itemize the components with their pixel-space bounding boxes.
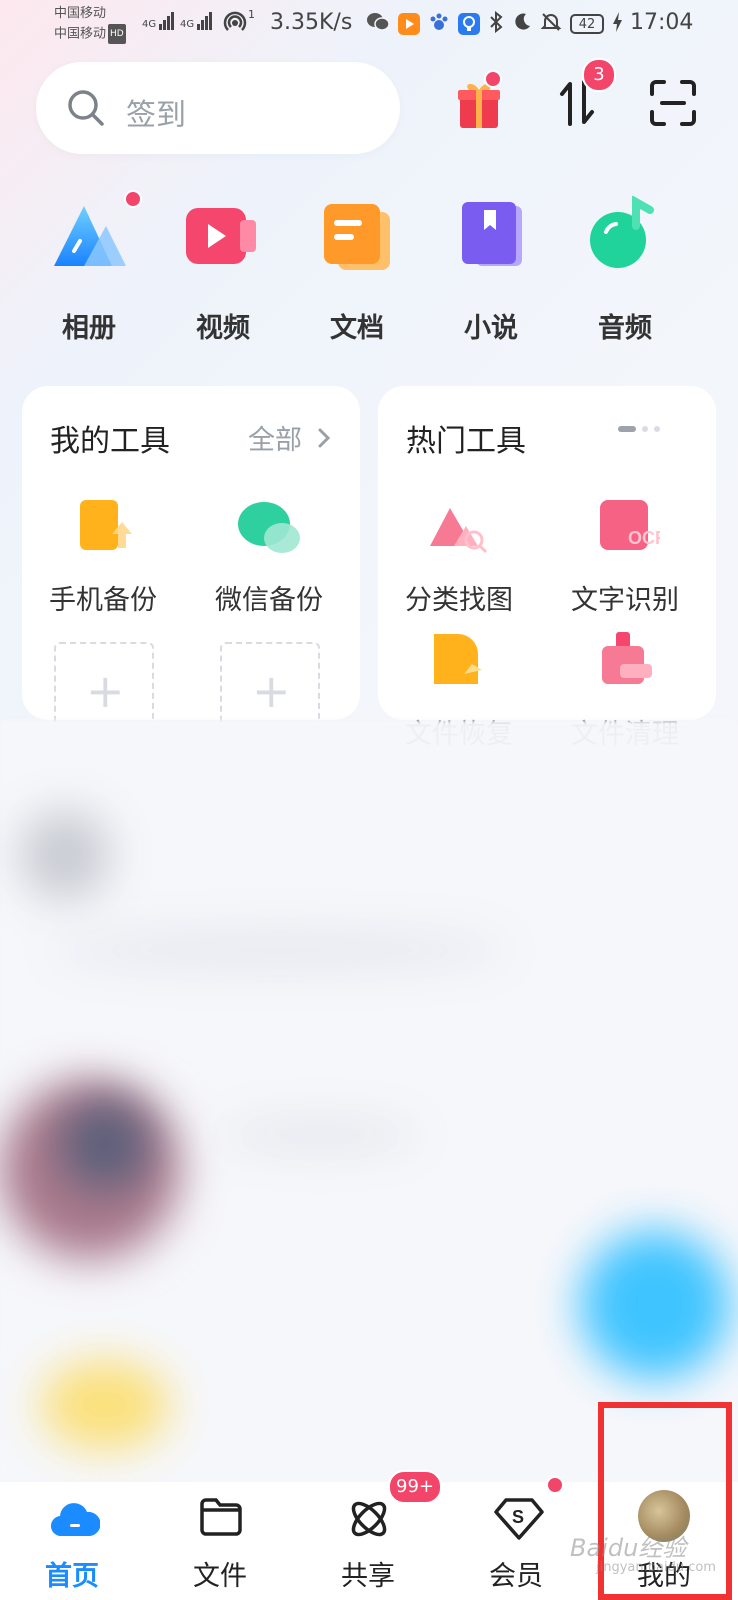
ocr-icon: OCR [590, 494, 668, 564]
status-icons: 42 [366, 10, 624, 38]
battery-level: 42 [578, 16, 596, 32]
nav-home[interactable]: 首页 [12, 1482, 132, 1600]
blur-blob [20, 810, 110, 900]
blur-blob [50, 930, 510, 970]
chevron-right-icon [318, 428, 330, 448]
scan-button[interactable] [650, 80, 696, 130]
category-label: 视频 [196, 313, 250, 344]
share-badge: 99+ [388, 1470, 442, 1504]
transfer-badge: 3 [582, 58, 616, 92]
tool-wechat-backup[interactable]: 微信备份 [194, 494, 344, 617]
hot-tools-title: 热门工具 [406, 424, 526, 459]
net-type-2: 4G [180, 19, 195, 30]
category-document[interactable]: 文档 [302, 196, 412, 345]
signal-2-icon: 4G [180, 12, 213, 30]
nav-vip[interactable]: S 会员 [456, 1476, 576, 1600]
plus-icon: + [86, 664, 125, 718]
hd-badge: HD [108, 24, 126, 44]
category-label: 音频 [598, 313, 652, 344]
tool-label: 文字识别 [571, 585, 679, 616]
find-image-icon [424, 494, 494, 564]
blur-blob [220, 1120, 420, 1150]
document-icon [312, 196, 402, 286]
scan-icon [650, 80, 696, 126]
hot-tools-card: 热门工具 分类找图 OCR 文字识别 文件恢复 文件清理 [378, 386, 716, 750]
tool-find-image[interactable]: 分类找图 [384, 494, 534, 617]
ocr-text: OCR [628, 528, 660, 548]
tool-label: 分类找图 [405, 585, 513, 616]
moon-icon [512, 12, 532, 37]
nav-files[interactable]: 文件 [160, 1482, 280, 1600]
file-recovery-icon [424, 628, 494, 698]
pager-dots [618, 426, 660, 432]
mute-bell-icon [540, 11, 562, 38]
carrier-1: 中国移动 [54, 6, 107, 21]
carrier-info: 中国移动 中国移动 HD [54, 4, 126, 45]
album-dot [124, 190, 142, 208]
nav-label: 文件 [193, 1561, 247, 1592]
search-bar[interactable]: 签到 [36, 62, 400, 154]
net-type-1: 4G [142, 19, 157, 30]
video-icon [178, 196, 268, 286]
share-icon [346, 1496, 392, 1542]
category-video[interactable]: 视频 [168, 196, 278, 345]
tool-ocr[interactable]: OCR 文字识别 [550, 494, 700, 617]
tool-label: 手机备份 [49, 585, 157, 616]
battery-icon: 42 [570, 14, 604, 34]
album-icon [44, 190, 142, 286]
search-placeholder: 签到 [126, 98, 186, 133]
my-tools-all-link[interactable]: 全部 [248, 418, 331, 457]
floating-button [580, 1230, 730, 1380]
gift-dot [484, 70, 502, 88]
nav-label: 共享 [341, 1561, 395, 1592]
wechat-backup-icon [234, 494, 304, 564]
nav-label: 首页 [45, 1561, 99, 1592]
home-cloud-icon [50, 1496, 101, 1542]
blur-blob [40, 1360, 170, 1450]
category-audio[interactable]: 音频 [570, 195, 680, 345]
tool-label: 微信备份 [215, 585, 323, 616]
category-label: 小说 [464, 313, 518, 344]
tool-phone-backup[interactable]: 手机备份 [28, 494, 178, 617]
my-tools-title: 我的工具 [50, 424, 170, 459]
paw-icon [428, 11, 450, 38]
gift-button[interactable] [456, 70, 502, 134]
blur-blob [60, 1100, 150, 1190]
video-app-icon [398, 13, 420, 35]
file-cleanup-icon [590, 628, 660, 698]
my-tools-card: 我的工具 全部 手机备份 微信备份 + + [22, 386, 360, 742]
watermark: Baidu经验 [570, 1534, 687, 1562]
all-label: 全部 [248, 425, 302, 456]
charging-icon [612, 11, 624, 38]
svg-text:S: S [512, 1507, 524, 1527]
wechat-icon [366, 11, 390, 38]
signal-1-icon: 4G [142, 12, 175, 30]
category-album[interactable]: 相册 [34, 190, 144, 345]
network-speed: 3.35K/s [270, 10, 353, 35]
carrier-2: 中国移动 [54, 26, 107, 42]
plus-icon: + [252, 664, 291, 718]
folder-icon [198, 1496, 244, 1542]
bulb-app-icon [458, 13, 480, 35]
vip-dot [546, 1476, 564, 1494]
nav-share[interactable]: 99+ 共享 [308, 1470, 442, 1600]
phone-backup-icon [68, 494, 138, 564]
transfer-button[interactable]: 3 [558, 58, 616, 132]
blurred-feed [0, 720, 738, 1480]
status-bar: 中国移动 中国移动 HD 4G 4G 1 3.35K/s 42 17:04 [0, 0, 738, 52]
hotspot-count: 1 [248, 8, 255, 21]
watermark-url: jingyan.baidu.com [596, 1560, 716, 1575]
category-label: 相册 [62, 313, 116, 344]
search-icon [66, 88, 106, 132]
category-label: 文档 [330, 313, 384, 344]
nav-label: 会员 [489, 1561, 543, 1592]
vip-icon: S [494, 1496, 544, 1542]
bluetooth-icon [488, 10, 504, 38]
novel-icon [446, 196, 536, 286]
category-novel[interactable]: 小说 [436, 196, 546, 345]
clock: 17:04 [630, 10, 694, 35]
audio-icon [580, 195, 670, 286]
hotspot-icon: 1 [222, 8, 255, 41]
